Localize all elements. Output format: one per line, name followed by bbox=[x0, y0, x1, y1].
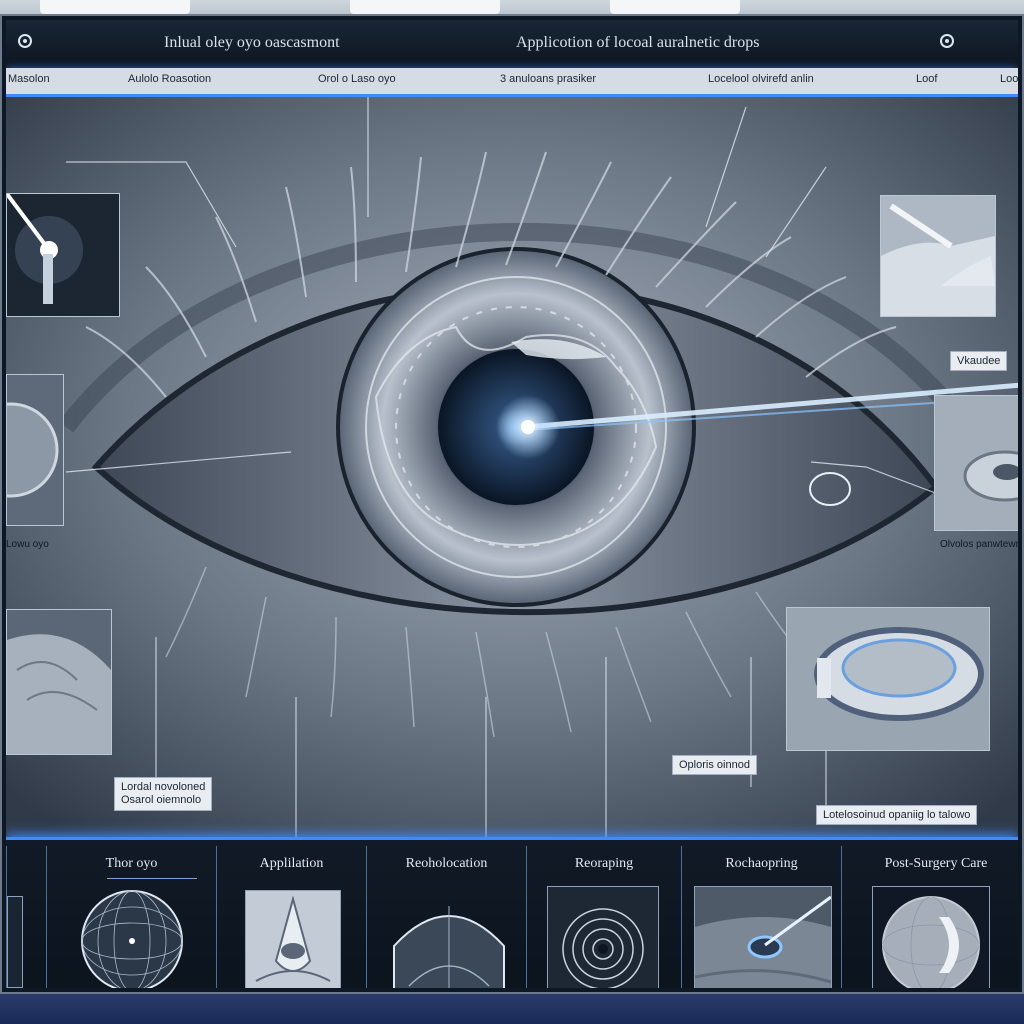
floor bbox=[0, 994, 1024, 1024]
step-label: Applilation bbox=[259, 856, 324, 871]
title-left: Inlual oley oyo oascasmont bbox=[164, 34, 340, 51]
ceiling-light bbox=[350, 0, 500, 14]
contact-lens-icon bbox=[872, 886, 990, 988]
laser-beam-thumbnail[interactable] bbox=[6, 193, 120, 317]
step-label: Reoholocation bbox=[405, 856, 488, 871]
tissue-thumbnail[interactable] bbox=[6, 609, 112, 755]
step-reshaping[interactable]: Reoraping bbox=[526, 846, 681, 988]
ring-device-icon bbox=[787, 608, 989, 750]
row-label: Loo bbox=[1000, 73, 1018, 85]
row-label: Loof bbox=[916, 73, 938, 85]
laser-device-thumbnail[interactable] bbox=[786, 607, 990, 751]
monitor-frame: Inlual oley oyo oascasmont Applicotion o… bbox=[0, 14, 1024, 994]
eye-curve-icon bbox=[7, 375, 63, 525]
step-label: Reoraping bbox=[574, 856, 634, 871]
title-right: Applicotion of locoal auralnetic drops bbox=[516, 34, 760, 51]
concentric-rings-icon bbox=[547, 886, 659, 988]
settings-dot-icon[interactable] bbox=[940, 34, 954, 48]
display-screen: Inlual oley oyo oascasmont Applicotion o… bbox=[6, 20, 1018, 988]
step-post-surgery-care[interactable]: Post-Surgery Care bbox=[841, 846, 1018, 988]
callout-tag: Oploris oinnod bbox=[672, 755, 757, 775]
step-partial-thumb bbox=[7, 896, 23, 988]
sphere-grid-icon bbox=[81, 890, 183, 988]
laser-spark-icon bbox=[7, 194, 119, 316]
hand-instrument-icon bbox=[881, 196, 995, 316]
callout-tag: Vkaudee bbox=[950, 351, 1008, 371]
eyelid-applicator-icon bbox=[245, 890, 341, 988]
procedure-steps-bar: Thor oyo Applilation Reoholocation Reora… bbox=[6, 837, 1018, 988]
step-label: Thor oyo bbox=[105, 856, 158, 871]
step-reshaping-laser[interactable]: Rochaopring bbox=[681, 846, 841, 988]
row-label: 3 anuloans prasiker bbox=[500, 73, 597, 85]
laser-eye-icon bbox=[694, 886, 832, 988]
cornea-dome-icon bbox=[393, 906, 505, 988]
menu-dot-icon[interactable] bbox=[18, 34, 32, 48]
ceiling-light bbox=[610, 0, 740, 14]
row-label: Locelool olvirefd anlin bbox=[708, 73, 814, 85]
ceiling-light bbox=[40, 0, 190, 14]
surgeon-hands-thumbnail[interactable] bbox=[880, 195, 996, 317]
step-partial[interactable] bbox=[6, 846, 46, 988]
row-label: Masolon bbox=[8, 73, 50, 85]
callout-tag-two-line: Lordal novoloned Osarol oiemnolo bbox=[114, 777, 213, 811]
callout-tag: Lotelosoinud opaniig lo talowo bbox=[816, 805, 978, 825]
label-row: Masolon Aulolo Roasotion Orol o Laso oyo… bbox=[6, 68, 1018, 97]
row-label: Aulolo Roasotion bbox=[128, 73, 212, 85]
tissue-icon bbox=[7, 610, 111, 754]
row-label: Orol o Laso oyo bbox=[318, 73, 396, 85]
step-relocation[interactable]: Reoholocation bbox=[366, 846, 526, 988]
callout-line: Osarol oiemnolo bbox=[121, 794, 202, 806]
step-the-eye[interactable]: Thor oyo bbox=[46, 846, 216, 988]
title-bar: Inlual oley oyo oascasmont Applicotion o… bbox=[6, 20, 1018, 69]
lens-cap-icon bbox=[935, 396, 1018, 530]
callout-label: Olvolos panwtewnon bbox=[940, 539, 1018, 550]
step-label: Post-Surgery Care bbox=[884, 856, 988, 871]
callout-label: Lowu oyo bbox=[6, 539, 49, 550]
eye-side-thumbnail[interactable] bbox=[6, 374, 64, 526]
step-underline bbox=[107, 878, 197, 879]
lens-detail-thumbnail[interactable] bbox=[934, 395, 1018, 531]
callout-line: Lordal novoloned bbox=[121, 781, 206, 793]
step-label: Rochaopring bbox=[725, 856, 798, 871]
eye-illustration: Vkaudee Lowu oyo Olvolos panwtewnon Lord… bbox=[6, 97, 1018, 837]
step-application[interactable]: Applilation bbox=[216, 846, 366, 988]
